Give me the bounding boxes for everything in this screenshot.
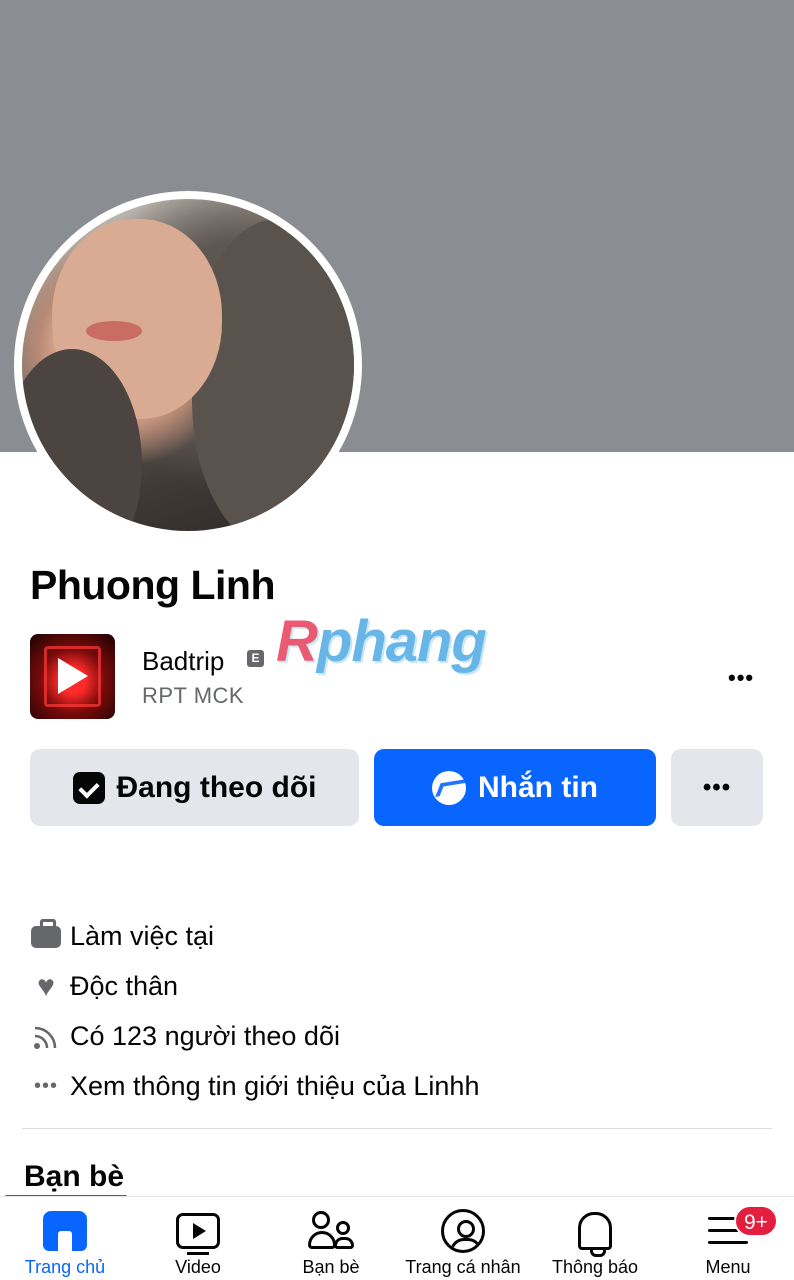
- nav-profile[interactable]: Trang cá nhân: [396, 1197, 530, 1280]
- following-button-label: Đang theo dõi: [116, 770, 317, 804]
- intro-work-row[interactable]: Làm việc tại: [30, 918, 215, 952]
- nav-video-label: Video: [175, 1257, 221, 1277]
- profile-avatar[interactable]: [22, 199, 354, 531]
- nav-friends-label: Bạn bè: [302, 1257, 360, 1277]
- menu-notification-badge: 9+: [734, 1205, 778, 1237]
- watermark: Rphang: [276, 608, 487, 675]
- watermark-rest: phang: [316, 609, 487, 674]
- nav-menu-label: Menu: [705, 1257, 751, 1277]
- play-icon: [58, 658, 88, 694]
- intro-relationship-row: ♥ Độc thân: [30, 971, 178, 1002]
- briefcase-icon: [30, 918, 62, 952]
- intro-followers-text: Có 123 người theo dõi: [70, 1021, 340, 1051]
- heart-icon: ♥: [37, 969, 55, 1003]
- friends-section-title[interactable]: Bạn bè: [24, 1160, 124, 1194]
- more-dots-icon: •••: [702, 773, 732, 801]
- workplace-name[interactable]: Badtrip: [142, 646, 224, 677]
- nav-home[interactable]: Trang chủ: [14, 1197, 116, 1280]
- video-icon: [176, 1213, 220, 1255]
- intro-work-text: Làm việc tại: [70, 921, 215, 951]
- rss-icon: [30, 1022, 62, 1052]
- bottom-nav: Trang chủ Video Bạn bè Trang cá nhân Thô…: [0, 1196, 794, 1280]
- following-button[interactable]: Đang theo dõi: [30, 749, 359, 826]
- nav-home-label: Trang chủ: [24, 1257, 106, 1277]
- message-button-label: Nhắn tin: [478, 770, 598, 804]
- e-badge-icon: E: [247, 650, 264, 667]
- profile-name: Phuong Linh: [30, 562, 275, 608]
- nav-notifications[interactable]: Thông báo: [544, 1197, 646, 1280]
- profile-icon: [441, 1209, 485, 1253]
- intro-relationship-text: Độc thân: [70, 971, 179, 1001]
- watermark-r: R: [276, 609, 318, 674]
- more-dots-icon: •••: [33, 1075, 58, 1097]
- workplace-logo[interactable]: [30, 634, 115, 719]
- workplace-more-button[interactable]: •••: [728, 665, 754, 691]
- intro-see-more-text: Xem thông tin giới thiệu của Linhh: [70, 1071, 480, 1101]
- messenger-icon: [432, 770, 466, 805]
- nav-friends[interactable]: Bạn bè: [280, 1197, 382, 1280]
- nav-notifications-label: Thông báo: [551, 1257, 639, 1277]
- friends-icon: [308, 1211, 354, 1251]
- more-options-button[interactable]: •••: [671, 749, 763, 826]
- nav-video[interactable]: Video: [147, 1197, 249, 1280]
- divider: [22, 1128, 772, 1129]
- intro-see-more-row[interactable]: ••• Xem thông tin giới thiệu của Linhh: [30, 1071, 480, 1102]
- workplace-subtitle: RPT MCK: [142, 683, 245, 708]
- home-icon: [43, 1211, 87, 1251]
- bell-icon: [578, 1212, 612, 1257]
- following-check-icon: [72, 771, 105, 804]
- intro-followers-row[interactable]: Có 123 người theo dõi: [30, 1021, 340, 1052]
- nav-profile-label: Trang cá nhân: [405, 1257, 521, 1277]
- message-button[interactable]: Nhắn tin: [374, 749, 656, 826]
